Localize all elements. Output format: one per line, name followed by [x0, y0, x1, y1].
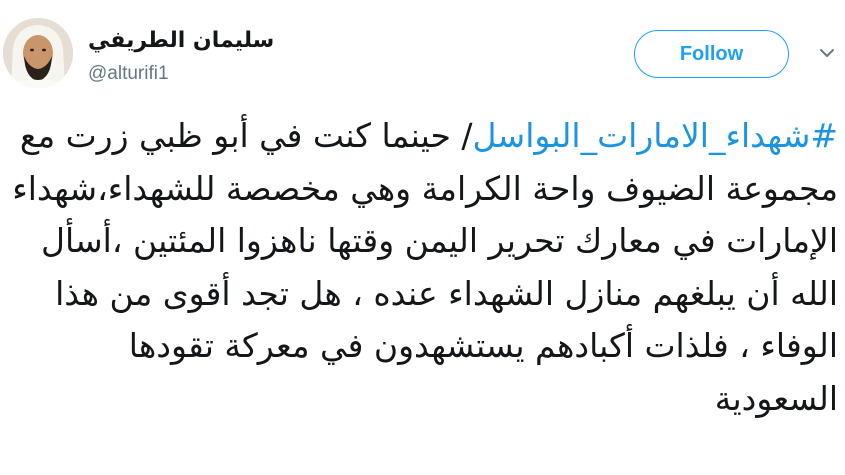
author-handle[interactable]: @alturifi1 — [88, 64, 169, 83]
author-name[interactable]: سليمان الطريفي — [88, 30, 274, 52]
author-avatar[interactable] — [3, 18, 73, 88]
tweet-card: سليمان الطريفي @alturifi1 Follow #شهداء_… — [0, 0, 845, 475]
tweet-body: / حينما كنت في أبو ظبي زرت مع مجموعة الض… — [12, 116, 838, 418]
hashtag-link[interactable]: #شهداء_الامارات_البواسل — [473, 116, 838, 155]
avatar-photo — [3, 18, 73, 88]
follow-button[interactable]: Follow — [634, 30, 789, 78]
tweet-text: #شهداء_الامارات_البواسل/ حينما كنت في أب… — [8, 110, 838, 425]
chevron-down-icon[interactable] — [818, 44, 836, 62]
